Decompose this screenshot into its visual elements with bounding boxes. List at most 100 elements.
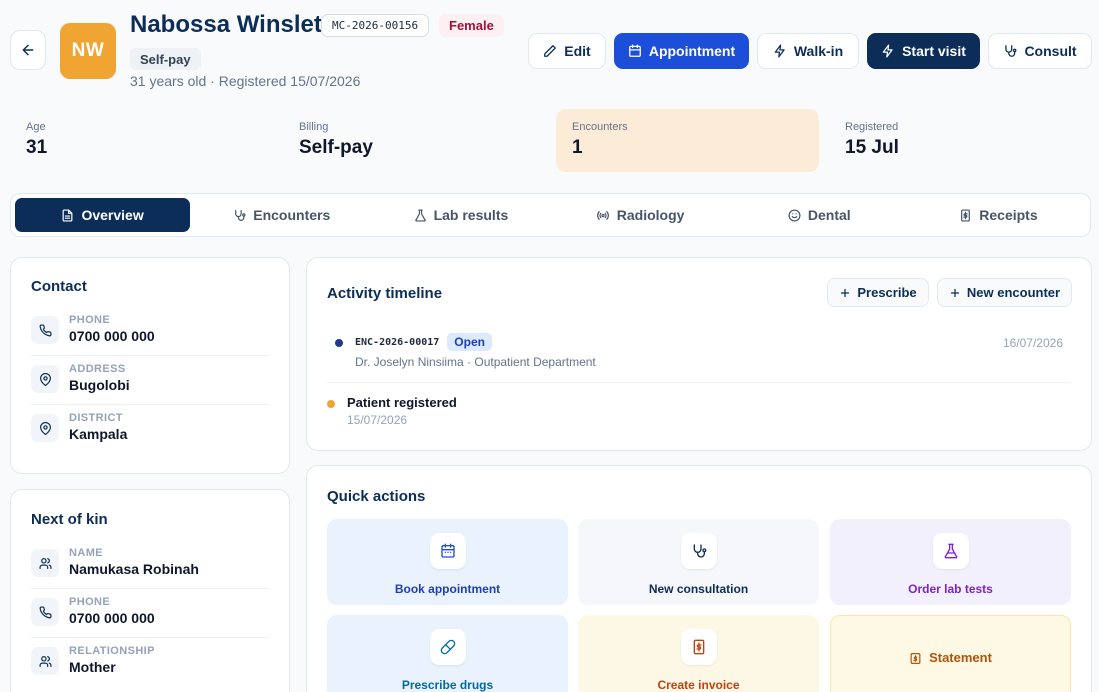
stethoscope-icon xyxy=(1005,45,1017,57)
kin-relationship-row: RELATIONSHIP Mother xyxy=(31,638,269,687)
contact-card: Contact PHONE 0700 000 000 ADDRESS Bugol… xyxy=(10,257,290,474)
tab-lab-results[interactable]: Lab results xyxy=(373,198,548,232)
back-button[interactable] xyxy=(10,30,46,70)
contact-district-row: DISTRICT Kampala xyxy=(31,405,269,454)
tab-label: Overview xyxy=(81,207,144,223)
calendar-icon xyxy=(429,533,466,569)
tab-label: Receipts xyxy=(979,207,1038,223)
map-pin-icon xyxy=(31,365,59,393)
plus-icon xyxy=(950,288,960,297)
status-badge: Open xyxy=(447,333,492,351)
encounter-code[interactable]: ENC-2026-00017 xyxy=(355,337,439,348)
phone-icon xyxy=(31,316,59,344)
quick-action-label: Order lab tests xyxy=(908,582,993,596)
quick-action-label: Statement xyxy=(929,650,992,665)
quick-actions-card: Quick actions Book appointment New consu… xyxy=(306,465,1092,692)
contact-title: Contact xyxy=(31,278,87,295)
create-invoice-action[interactable]: Create invoice xyxy=(578,615,819,692)
encounter-detail: Dr. Joselyn Ninsiima · Outpatient Depart… xyxy=(355,355,596,369)
quick-action-label: Create invoice xyxy=(657,678,740,692)
pill-icon xyxy=(429,629,466,665)
stat-label: Encounters xyxy=(572,121,628,133)
invoice-icon xyxy=(680,629,717,665)
mrn-badge: MC-2026-00156 xyxy=(321,14,430,37)
quick-actions-title: Quick actions xyxy=(327,488,426,505)
book-appointment-action[interactable]: Book appointment xyxy=(327,519,568,605)
tab-receipts[interactable]: Receipts xyxy=(911,198,1086,232)
map-pin-icon xyxy=(31,414,59,442)
stat-label: Registered xyxy=(845,121,899,133)
stat-value: 31 xyxy=(26,137,48,158)
stethoscope-icon xyxy=(235,209,246,221)
info-label: PHONE xyxy=(69,314,111,326)
timeline-dot xyxy=(327,400,335,408)
encounter-date: 16/07/2026 xyxy=(1002,336,1063,350)
stat-value: 1 xyxy=(572,137,583,158)
tab-encounters[interactable]: Encounters xyxy=(194,198,369,232)
plus-icon xyxy=(841,288,850,297)
next-of-kin-title: Next of kin xyxy=(31,511,108,528)
info-label: DISTRICT xyxy=(69,412,123,424)
timeline-encounter-item[interactable]: ENC-2026-00017 Open Dr. Joselyn Ninsiima… xyxy=(327,333,1071,383)
appointment-button[interactable]: Appointment xyxy=(614,33,749,69)
new-encounter-button[interactable]: New encounter xyxy=(937,278,1072,307)
phone-icon xyxy=(31,598,59,626)
walk-in-button-label: Walk-in xyxy=(793,43,844,59)
stat-encounters: Encounters 1 xyxy=(556,109,819,172)
info-value: Bugolobi xyxy=(69,377,130,393)
stat-registered: Registered 15 Jul xyxy=(829,109,1091,172)
gender-badge: Female xyxy=(439,14,504,37)
consult-button-label: Consult xyxy=(1024,43,1077,59)
prescribe-button-label: Prescribe xyxy=(857,285,917,300)
billing-badge: Self-pay xyxy=(130,48,201,70)
kin-name-row: NAME Namukasa Robinah xyxy=(31,540,269,589)
patient-name: Nabossa Winslet xyxy=(130,11,322,38)
new-consultation-action[interactable]: New consultation xyxy=(578,519,819,605)
flask-icon xyxy=(932,533,969,569)
timeline-item-title: Patient registered xyxy=(347,395,457,410)
start-visit-button-label: Start visit xyxy=(902,43,966,59)
info-value: Kampala xyxy=(69,426,128,442)
walk-in-button[interactable]: Walk-in xyxy=(757,33,859,69)
tab-dental[interactable]: Dental xyxy=(732,198,907,232)
arrow-left-icon xyxy=(22,44,34,56)
timeline-registered-item: Patient registered 15/07/2026 xyxy=(327,395,1071,435)
info-value: Mother xyxy=(69,659,116,675)
info-value: 0700 000 000 xyxy=(69,328,155,344)
patient-subline: 31 years old · Registered 15/07/2026 xyxy=(130,73,361,89)
pencil-icon xyxy=(544,45,557,57)
stat-value: Self-pay xyxy=(299,137,373,158)
timeline-item-date: 15/07/2026 xyxy=(347,413,408,427)
quick-action-label: New consultation xyxy=(648,582,749,596)
statement-action[interactable]: Statement xyxy=(830,615,1071,692)
document-icon xyxy=(63,208,73,222)
prescribe-button[interactable]: Prescribe xyxy=(827,278,929,307)
prescribe-drugs-action[interactable]: Prescribe drugs xyxy=(327,615,568,692)
tab-overview[interactable]: Overview xyxy=(15,198,191,232)
start-visit-button[interactable]: Start visit xyxy=(867,33,980,69)
info-label: NAME xyxy=(69,547,103,559)
timeline-dot xyxy=(335,339,343,347)
tab-label: Radiology xyxy=(616,207,685,223)
consult-button[interactable]: Consult xyxy=(988,33,1092,69)
stat-value: 15 Jul xyxy=(845,137,899,158)
bolt-icon xyxy=(882,44,893,58)
next-of-kin-card: Next of kin NAME Namukasa Robinah PHONE … xyxy=(10,489,290,692)
stat-label: Age xyxy=(26,121,46,133)
tab-radiology[interactable]: Radiology xyxy=(553,198,728,232)
order-lab-tests-action[interactable]: Order lab tests xyxy=(830,519,1071,605)
info-label: RELATIONSHIP xyxy=(69,645,155,657)
tab-label: Lab results xyxy=(433,207,509,223)
bolt-icon xyxy=(774,44,785,58)
quick-action-label: Book appointment xyxy=(394,582,501,596)
stat-billing: Billing Self-pay xyxy=(283,109,545,172)
edit-button-label: Edit xyxy=(564,43,591,59)
edit-button[interactable]: Edit xyxy=(528,33,606,69)
radio-icon xyxy=(596,210,609,220)
timeline-title: Activity timeline xyxy=(327,285,443,302)
tab-label: Dental xyxy=(807,207,851,223)
avatar: NW xyxy=(60,23,116,79)
info-value: Namukasa Robinah xyxy=(69,561,199,577)
quick-action-label: Prescribe drugs xyxy=(401,678,494,692)
receipt-icon xyxy=(961,208,971,222)
